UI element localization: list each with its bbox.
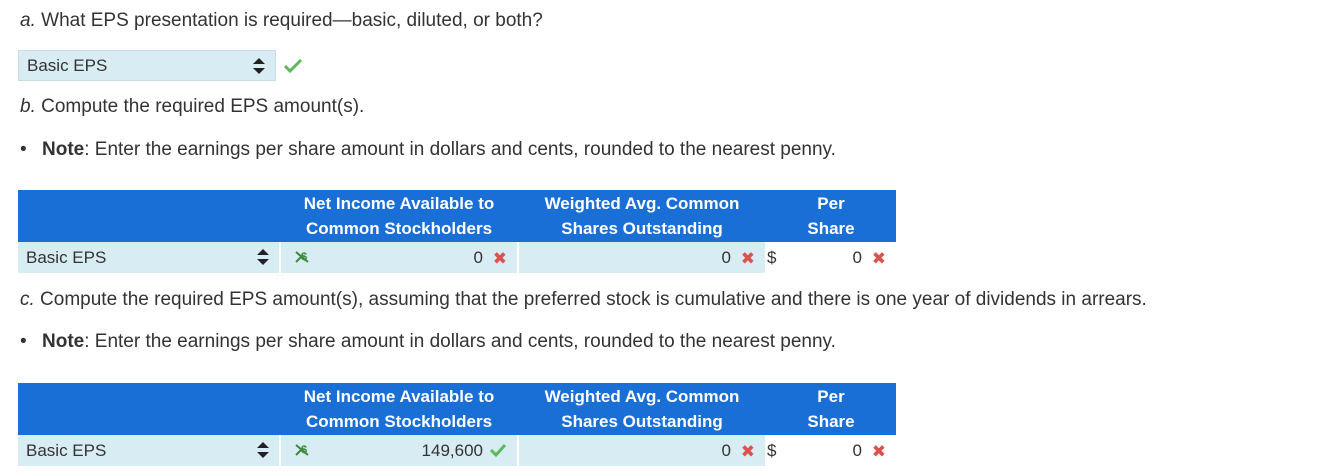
per-share-input[interactable]: $ 0 ✖ (766, 435, 896, 466)
note-b-text: : Enter the earnings per share amount in… (84, 139, 836, 160)
weighted-shares-value: 0 (721, 248, 731, 267)
header-weighted-shares: Weighted Avg. Common Shares Outstanding (518, 190, 766, 242)
eps-presentation-select[interactable]: Basic EPS (18, 50, 276, 81)
net-income-value: 149,600 (421, 441, 483, 460)
question-b-letter: b. (20, 96, 36, 117)
note-b: • Note: Enter the earnings per share amou… (20, 139, 836, 161)
header-weighted-shares-line2: Shares Outstanding (561, 219, 723, 238)
table-header-row: Net Income Available to Common Stockhold… (18, 383, 896, 435)
header-weighted-shares: Weighted Avg. Common Shares Outstanding (518, 383, 766, 435)
calculator-dollar-icon[interactable]: $ (293, 441, 311, 459)
header-net-income: Net Income Available to Common Stockhold… (280, 383, 518, 435)
bullet-icon: • (20, 331, 27, 352)
incorrect-x-icon: ✖ (871, 442, 886, 461)
svg-text:$: $ (301, 444, 307, 456)
table-row: Basic EPS $ 149,600 0 ✖ $ 0 ✖ (18, 435, 896, 466)
weighted-shares-input[interactable]: 0 ✖ (518, 435, 767, 466)
weighted-shares-value: 0 (721, 441, 731, 460)
question-b: b. Compute the required EPS amount(s). (20, 96, 364, 118)
header-weighted-shares-line1: Weighted Avg. Common (544, 387, 740, 406)
note-c: • Note: Enter the earnings per share amou… (20, 331, 836, 353)
incorrect-x-icon: ✖ (740, 442, 755, 461)
calculator-dollar-icon[interactable]: $ (293, 248, 311, 266)
header-net-income-line1: Net Income Available to (303, 387, 495, 406)
header-blank (18, 383, 280, 435)
select-arrows-icon (253, 58, 265, 74)
net-income-input[interactable]: $ 0 ✖ (280, 242, 519, 273)
per-share-input[interactable]: $ 0 ✖ (766, 242, 896, 273)
header-blank (18, 190, 280, 242)
header-net-income-line1: Net Income Available to (303, 194, 495, 213)
header-per-share: Per Share (766, 190, 896, 242)
header-net-income: Net Income Available to Common Stockhold… (280, 190, 518, 242)
row-type-select-value: Basic EPS (26, 440, 107, 460)
header-net-income-line2: Common Stockholders (305, 412, 493, 431)
svg-text:$: $ (301, 251, 307, 263)
eps-table-c: Net Income Available to Common Stockhold… (18, 383, 896, 466)
note-c-label: Note (42, 331, 85, 352)
header-per-share-line1: Per (817, 194, 845, 213)
net-income-value: 0 (473, 248, 483, 267)
weighted-shares-input[interactable]: 0 ✖ (518, 242, 767, 273)
note-b-label: Note (42, 139, 85, 160)
net-income-input[interactable]: $ 149,600 (280, 435, 519, 466)
eps-table-b: Net Income Available to Common Stockhold… (18, 190, 896, 273)
row-type-select-value: Basic EPS (26, 247, 107, 267)
header-per-share-line1: Per (817, 387, 845, 406)
row-type-select[interactable]: Basic EPS (18, 242, 281, 273)
question-a-text: What EPS presentation is required—basic,… (35, 10, 543, 31)
incorrect-x-icon: ✖ (740, 249, 755, 268)
header-per-share-line2: Share (807, 412, 855, 431)
select-arrows-icon (257, 249, 269, 265)
question-c: c. Compute the required EPS amount(s), a… (20, 289, 1147, 311)
correct-check-icon (283, 58, 303, 74)
table-header-row: Net Income Available to Common Stockhold… (18, 190, 896, 242)
per-share-value: 0 (852, 248, 862, 267)
question-a-letter: a. (20, 10, 36, 31)
question-c-text: Compute the required EPS amount(s), assu… (34, 289, 1147, 310)
header-net-income-line2: Common Stockholders (305, 219, 493, 238)
eps-presentation-select-value: Basic EPS (27, 56, 108, 75)
header-weighted-shares-line1: Weighted Avg. Common (544, 194, 740, 213)
header-per-share: Per Share (766, 383, 896, 435)
currency-sign: $ (767, 248, 777, 267)
question-b-text: Compute the required EPS amount(s). (35, 96, 365, 117)
per-share-value: 0 (852, 441, 862, 460)
incorrect-x-icon: ✖ (492, 249, 507, 268)
currency-sign: $ (767, 441, 777, 460)
select-arrows-icon (257, 442, 269, 458)
question-c-letter: c. (20, 289, 35, 310)
note-c-text: : Enter the earnings per share amount in… (84, 331, 836, 352)
question-a: a. What EPS presentation is required—bas… (20, 10, 543, 32)
incorrect-x-icon: ✖ (871, 249, 886, 268)
table-row: Basic EPS $ 0 ✖ 0 ✖ $ 0 ✖ (18, 242, 896, 273)
correct-check-icon (489, 443, 507, 458)
header-weighted-shares-line2: Shares Outstanding (561, 412, 723, 431)
header-per-share-line2: Share (807, 219, 855, 238)
bullet-icon: • (20, 139, 27, 160)
row-type-select[interactable]: Basic EPS (18, 435, 281, 466)
